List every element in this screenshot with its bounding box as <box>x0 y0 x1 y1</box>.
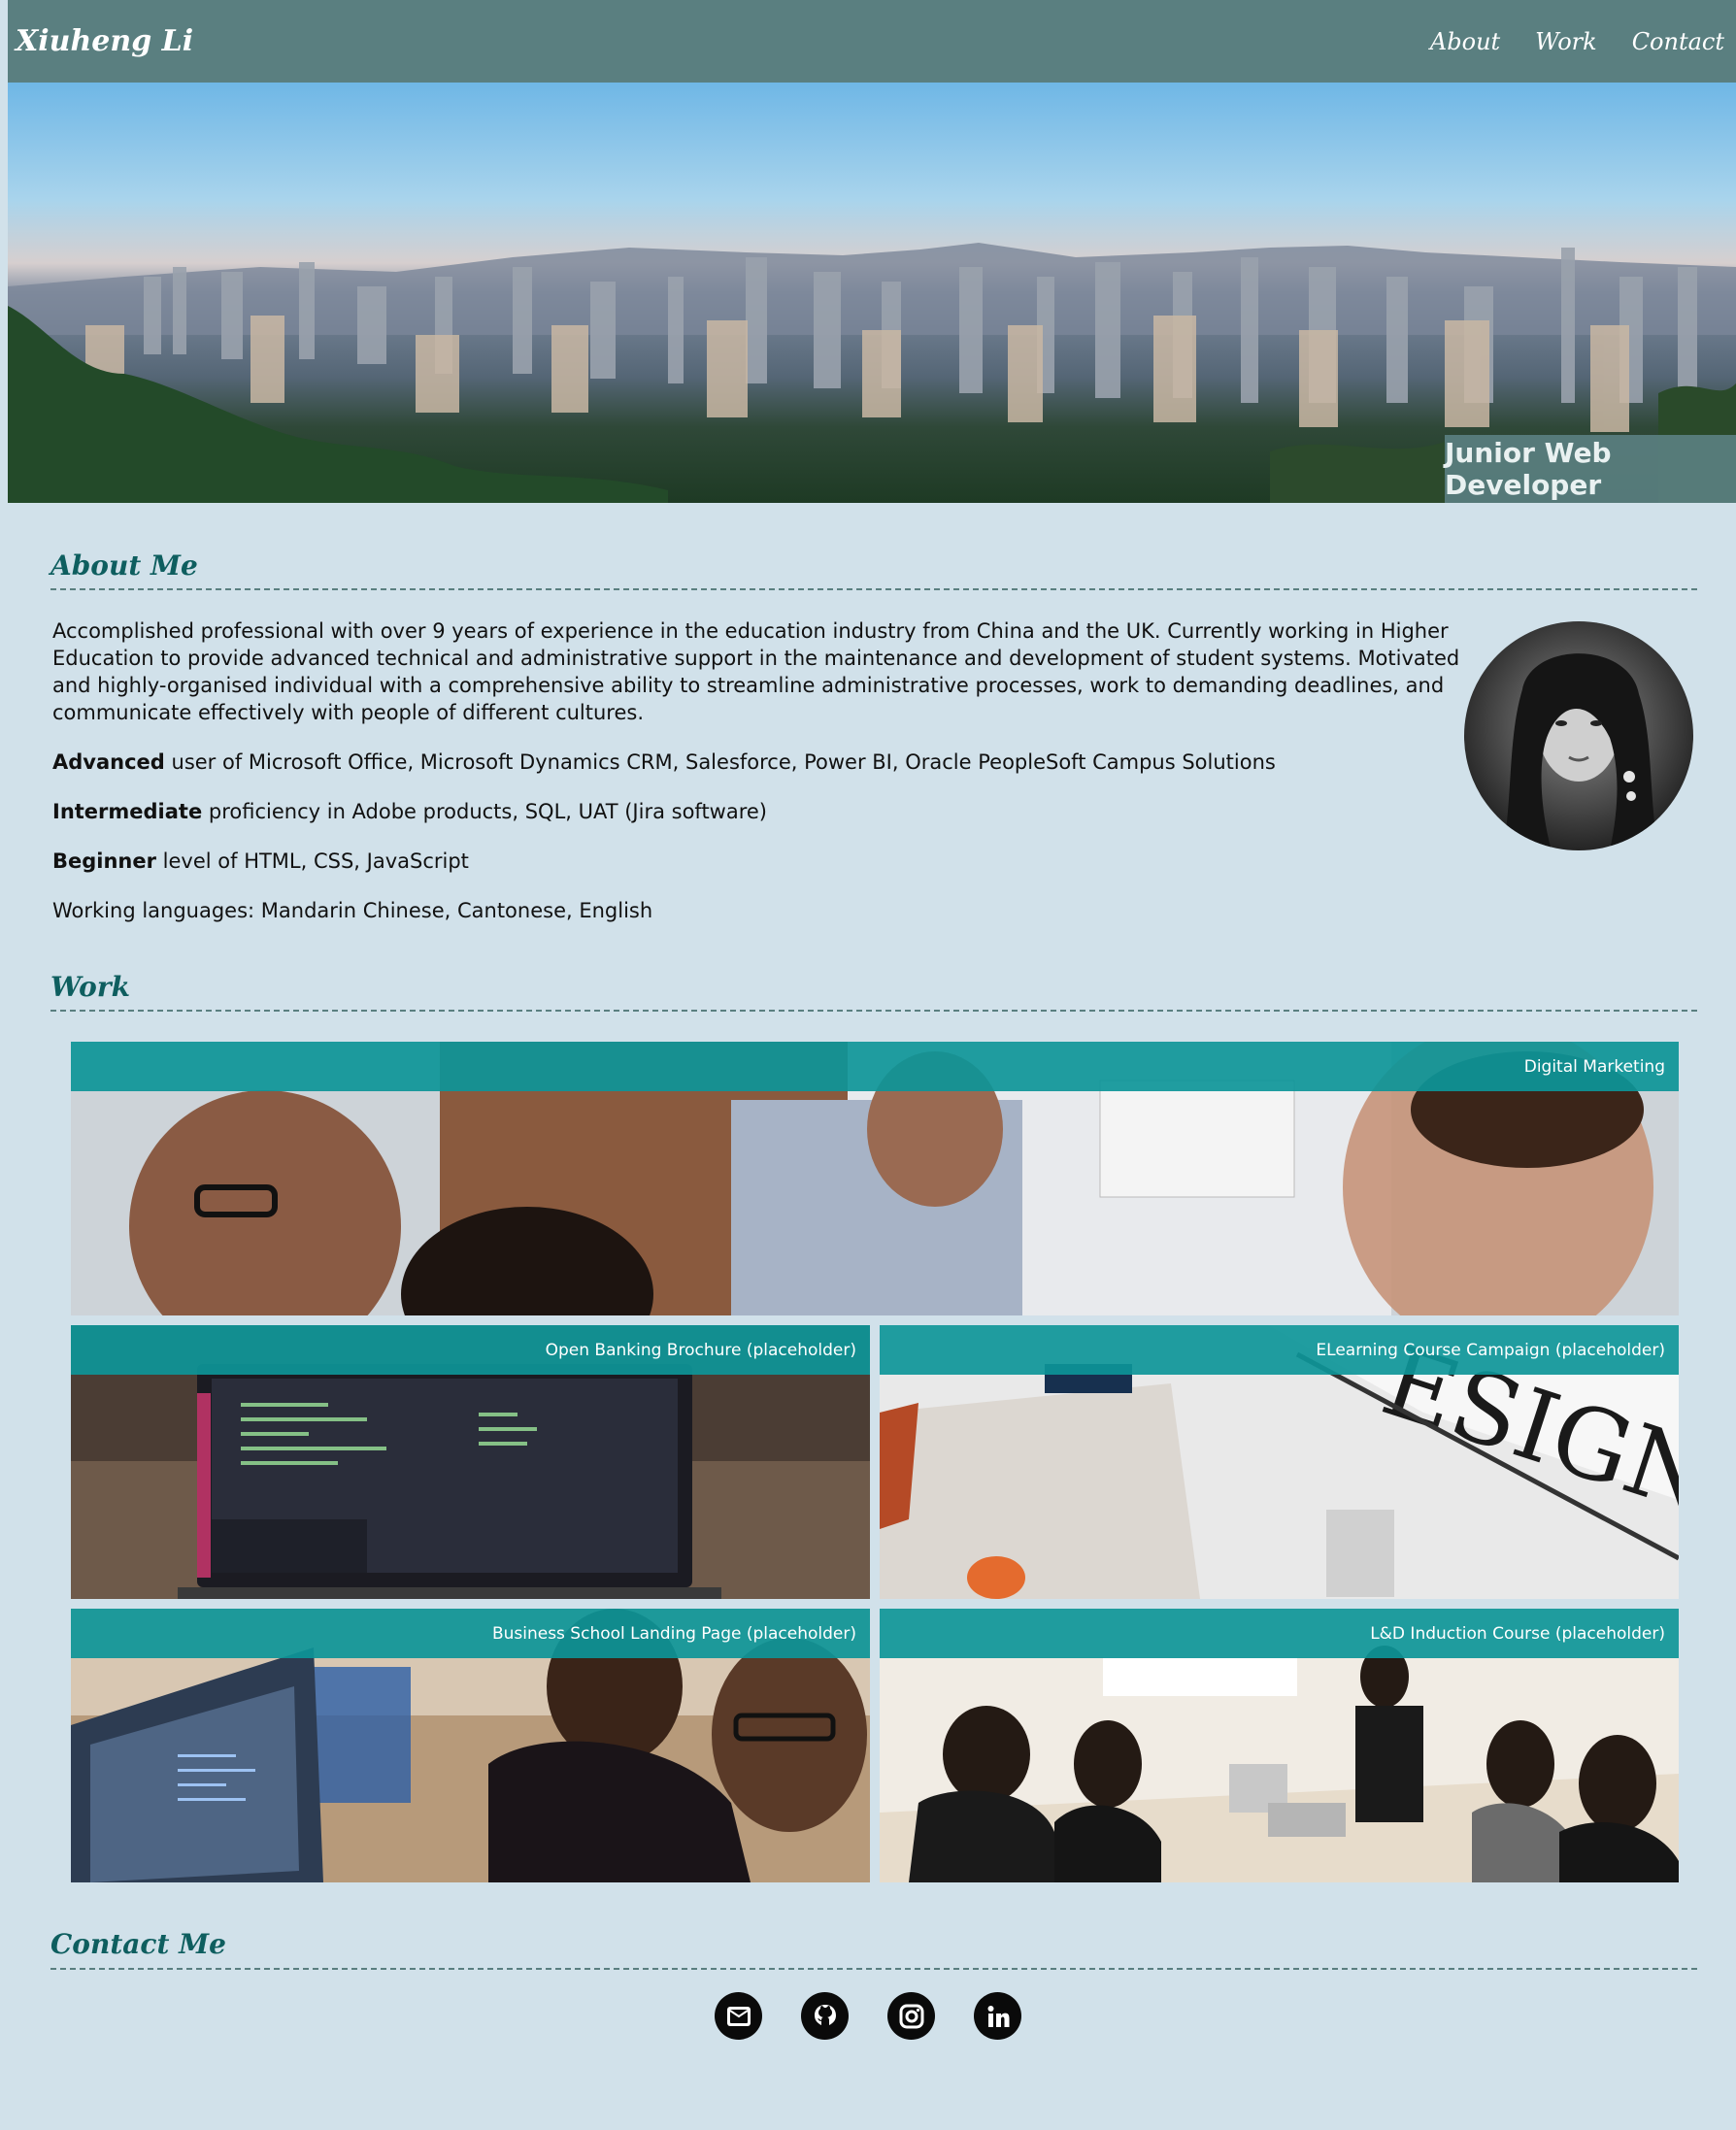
working-languages: Working languages: Mandarin Chinese, Can… <box>52 899 653 922</box>
skill-advanced: Advanced user of Microsoft Office, Micro… <box>52 749 1462 776</box>
about-heading: About Me <box>50 549 198 582</box>
skill-detail: level of HTML, CSS, JavaScript <box>155 849 469 873</box>
project-card-digital-marketing[interactable]: Digital Marketing <box>71 1042 1679 1315</box>
skill-beginner: Beginner level of HTML, CSS, JavaScript <box>52 848 1462 875</box>
skill-level: Advanced <box>52 750 165 774</box>
nav-link-contact[interactable]: Contact <box>1632 28 1724 55</box>
project-card-open-banking[interactable]: Open Banking Brochure (placeholder) <box>71 1325 870 1599</box>
github-icon[interactable] <box>801 1992 849 2040</box>
contact-icons <box>0 1992 1736 2040</box>
navbar: Xiuheng Li About Work Contact <box>8 0 1736 83</box>
job-title-badge: Junior Web Developer <box>1445 435 1736 503</box>
nav-link-work[interactable]: Work <box>1535 28 1597 55</box>
about-intro: Accomplished professional with over 9 ye… <box>52 619 1460 724</box>
instagram-icon[interactable] <box>887 1992 935 2040</box>
project-title: Business School Landing Page (placeholde… <box>71 1609 870 1658</box>
work-divider <box>50 1010 1697 1012</box>
work-heading: Work <box>50 971 130 1003</box>
hero-banner: Junior Web Developer <box>8 83 1736 503</box>
contact-heading: Contact Me <box>50 1928 226 1960</box>
profile-avatar <box>1464 621 1693 850</box>
project-title: L&D Induction Course (placeholder) <box>880 1609 1679 1658</box>
email-icon[interactable] <box>715 1992 762 2040</box>
contact-divider <box>50 1968 1697 1970</box>
portrait-image <box>1503 653 1658 850</box>
project-card-ld-induction[interactable]: L&D Induction Course (placeholder) <box>880 1609 1679 1882</box>
linkedin-icon[interactable] <box>974 1992 1021 2040</box>
skill-detail: proficiency in Adobe products, SQL, UAT … <box>202 800 768 823</box>
skill-level: Beginner <box>52 849 156 873</box>
nav-link-about[interactable]: About <box>1430 28 1500 55</box>
skill-level: Intermediate <box>52 800 203 823</box>
brand-logo[interactable]: Xiuheng Li <box>16 24 193 58</box>
nav-links: About Work Contact <box>1430 28 1724 55</box>
project-card-elearning[interactable]: ESIGN ELearning Course Campaign (placeho… <box>880 1325 1679 1599</box>
about-divider <box>50 588 1697 590</box>
about-text: Accomplished professional with over 9 ye… <box>52 617 1462 947</box>
project-card-business-school[interactable]: Business School Landing Page (placeholde… <box>71 1609 870 1882</box>
project-title: ELearning Course Campaign (placeholder) <box>880 1325 1679 1375</box>
skill-detail: user of Microsoft Office, Microsoft Dyna… <box>164 750 1276 774</box>
skill-intermediate: Intermediate proficiency in Adobe produc… <box>52 798 1462 825</box>
project-title: Open Banking Brochure (placeholder) <box>71 1325 870 1375</box>
project-title: Digital Marketing <box>71 1042 1679 1091</box>
